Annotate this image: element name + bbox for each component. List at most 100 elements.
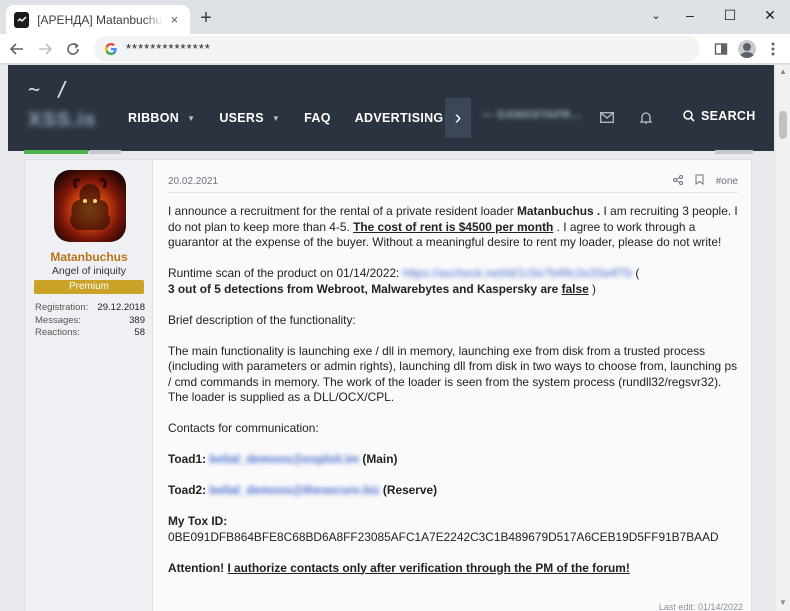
forward-arrow-icon <box>39 42 52 55</box>
divider <box>168 192 738 193</box>
site-logo-symbol[interactable]: ~ / <box>28 77 70 101</box>
premium-badge: Premium <box>34 280 144 294</box>
page-viewport: ~ / XSS.is RIBBON ▼ USERS ▼ FAQ ADVERTIS… <box>0 65 790 611</box>
text: Runtime scan of the product on 01/14/202… <box>168 266 403 280</box>
scrollbar-thumb[interactable] <box>779 111 787 139</box>
nav-advertising-label: ADVERTISING <box>354 111 444 125</box>
site-nav: RIBBON ▼ USERS ▼ FAQ ADVERTISING ▼ <box>128 103 484 133</box>
page-scrollbar[interactable]: ▲ ▼ <box>776 65 790 611</box>
search-icon <box>683 110 695 122</box>
url-text: ************** <box>126 41 211 56</box>
tab-title: [АРЕНДА] Matanbuchus приватный... <box>37 12 163 27</box>
share-icon[interactable] <box>672 174 683 188</box>
paragraph-contacts: Contacts for communication: <box>168 421 319 435</box>
post-topbar <box>715 150 753 154</box>
forward-button[interactable] <box>34 38 56 60</box>
tox-label: My Tox ID: <box>168 514 228 528</box>
tab-strip: [АРЕНДА] Matanbuchus приватный... × + ⌄ … <box>0 0 790 34</box>
stat-value: 58 <box>134 327 145 338</box>
browser-toolbar: ************** <box>0 34 790 64</box>
stat-label: Messages: <box>35 314 81 326</box>
nav-advertising[interactable]: ADVERTISING ▼ <box>355 111 460 125</box>
nav-scroll-right-button[interactable]: › <box>445 98 471 138</box>
close-window-button[interactable]: ✕ <box>750 0 790 30</box>
tox-id-block: My Tox ID: 0BE091DFB864BFE8C68BD6A8FF230… <box>168 514 738 545</box>
contact-address[interactable]: belial_demons@thesecure.biz <box>209 483 379 497</box>
bookmark-icon[interactable] <box>695 174 704 188</box>
chevron-down-icon[interactable]: ▼ <box>272 114 280 123</box>
site-logo-text[interactable]: XSS.is <box>28 109 96 132</box>
text: ) <box>588 281 596 296</box>
chevron-down-icon[interactable]: ▼ <box>187 114 195 123</box>
nav-ribbon-label: RIBBON <box>128 111 180 125</box>
username[interactable]: Matanbuchus <box>25 250 153 264</box>
back-arrow-icon <box>10 42 23 55</box>
contact-address[interactable]: belial_demons@exploit.im <box>209 452 359 466</box>
stat-value: 29.12.2018 <box>97 302 145 313</box>
nav-search[interactable]: SEARCH <box>683 109 756 123</box>
nav-users-label: USERS <box>219 111 264 125</box>
nav-faq[interactable]: FAQ <box>304 111 331 125</box>
stat-reactions: Reactions: 58 <box>35 327 145 340</box>
post-user-column: Matanbuchus Angel of iniquity Premium Re… <box>25 160 153 611</box>
nav-ribbon[interactable]: RIBBON ▼ <box>128 111 195 125</box>
reload-icon <box>67 42 79 55</box>
contact-toad1: Toad1: belial_demons@exploit.im (Main) <box>168 452 738 468</box>
minimize-button[interactable]: – <box>670 0 710 30</box>
stat-messages: Messages: 389 <box>35 315 145 328</box>
post-date[interactable]: 20.02.2021 <box>168 176 218 187</box>
tab-close-icon[interactable]: × <box>167 12 182 27</box>
forum-post: Matanbuchus Angel of iniquity Premium Re… <box>24 150 753 611</box>
side-panel-icon[interactable] <box>708 36 734 62</box>
text: I announce a recruitment for the rental … <box>168 204 517 218</box>
scan-link[interactable]: https://avcheck.net/id/1c5e7b49c2e20a4f7… <box>403 266 632 280</box>
contact-note: (Reserve) <box>379 483 438 497</box>
loader-name: Matanbuchus . <box>517 204 601 218</box>
avatar[interactable] <box>54 170 126 242</box>
google-icon <box>105 42 117 55</box>
menu-kebab-icon[interactable] <box>760 36 786 62</box>
contact-toad2: Toad2: belial_demons@thesecure.biz (Rese… <box>168 483 738 499</box>
maximize-button[interactable]: ☐ <box>710 0 750 30</box>
contact-note: (Main) <box>359 452 398 466</box>
nav-faq-label: FAQ <box>304 111 331 125</box>
post-topbar <box>24 150 88 154</box>
price-text: The cost of rent is $4500 per month <box>353 219 554 234</box>
site-favicon-icon <box>14 11 30 28</box>
paragraph-functionality: The main functionality is launching exe … <box>168 343 738 405</box>
inbox-icon[interactable] <box>600 111 614 126</box>
browser-tab[interactable]: [АРЕНДА] Matanbuchus приватный... × <box>6 5 190 34</box>
scroll-up-icon[interactable]: ▲ <box>779 67 787 76</box>
new-tab-button[interactable]: + <box>196 8 216 29</box>
false-text: false <box>561 281 589 296</box>
attention-line: Attention! I authorize contacts only aft… <box>168 561 738 577</box>
back-button[interactable] <box>6 38 28 60</box>
tab-search-icon[interactable]: ⌄ <box>642 0 670 30</box>
nav-account-name[interactable]: — GANGSTAFR... <box>482 109 581 121</box>
post-tools: #one <box>661 174 738 188</box>
user-stats: Registration: 29.12.2018 Messages: 389 R… <box>35 302 145 340</box>
attention-text: I authorize contacts only after verifica… <box>227 560 630 575</box>
window-controls: ⌄ – ☐ ✕ <box>642 0 790 30</box>
toolbar-right <box>708 36 786 62</box>
address-bar[interactable]: ************** <box>94 35 700 62</box>
attention-label: Attention! <box>168 560 225 575</box>
paragraph-brief: Brief description of the functionality: <box>168 312 356 327</box>
post-body: I announce a recruitment for the rental … <box>168 204 738 592</box>
detections-text: 3 out of 5 detections from Webroot, Malw… <box>168 281 562 296</box>
stat-label: Reactions: <box>35 327 80 338</box>
stat-registration: Registration: 29.12.2018 <box>35 302 145 315</box>
paragraph-scan: Runtime scan of the product on 01/14/202… <box>168 266 738 297</box>
nav-users[interactable]: USERS ▼ <box>219 111 280 125</box>
stat-label: Registration: <box>35 302 89 313</box>
text: ( <box>632 266 640 280</box>
scroll-down-icon[interactable]: ▼ <box>779 598 787 607</box>
bell-icon[interactable] <box>639 111 653 127</box>
paragraph-intro: I announce a recruitment for the rental … <box>168 204 738 251</box>
reload-button[interactable] <box>62 38 84 60</box>
nav-search-label: SEARCH <box>701 109 756 123</box>
contact-label: Toad1: <box>168 452 207 466</box>
post-number[interactable]: #one <box>716 176 738 187</box>
profile-avatar[interactable] <box>734 36 760 62</box>
user-title: Angel of iniquity <box>51 265 127 277</box>
